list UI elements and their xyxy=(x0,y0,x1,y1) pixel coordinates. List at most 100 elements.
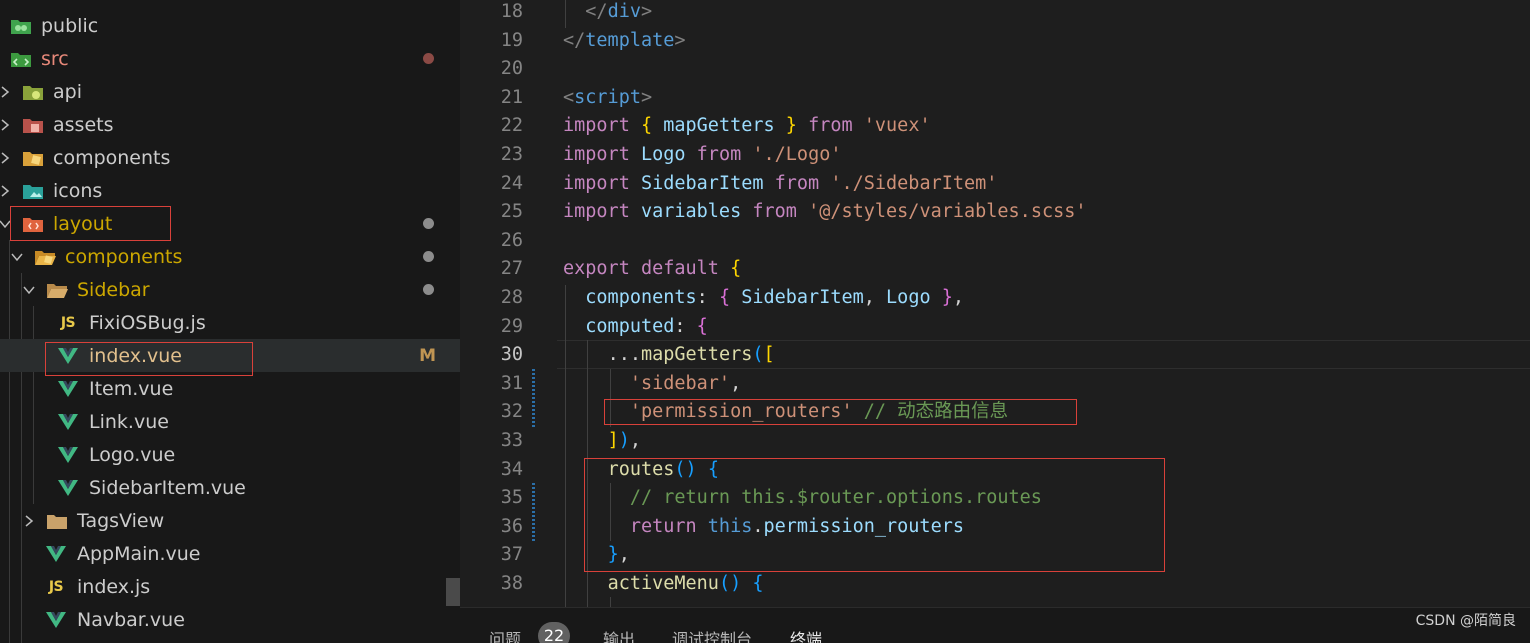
tree-item-label: icons xyxy=(53,179,103,202)
tree-item-index-vue[interactable]: index.vue M xyxy=(0,339,460,372)
code-line[interactable]: 19 </template> xyxy=(460,27,1530,56)
code-line[interactable]: 23 import Logo from './Logo' xyxy=(460,141,1530,170)
line-number: 38 xyxy=(500,573,523,594)
line-number: 27 xyxy=(500,258,523,280)
code-line[interactable]: 25 import variables from '@/styles/variab… xyxy=(460,198,1530,227)
tree-item-label: Link.vue xyxy=(89,410,169,433)
tree-item-item-vue[interactable]: Item.vue xyxy=(0,372,460,405)
tree-item-src[interactable]: src xyxy=(0,42,460,75)
code-line[interactable]: 26 xyxy=(460,227,1530,256)
code-text: import SidebarItem from './SidebarItem' xyxy=(563,172,998,194)
tree-item-label: components xyxy=(53,146,171,169)
tree-item-sidebaritem-vue[interactable]: SidebarItem.vue xyxy=(0,471,460,504)
vue-file-icon xyxy=(57,412,79,432)
tree-item-label: Sidebar xyxy=(77,278,150,301)
code-line[interactable]: 34 routes() { xyxy=(460,456,1530,485)
code-line[interactable]: 30 ...mapGetters([ xyxy=(460,341,1530,370)
code-line[interactable]: 18 </div> xyxy=(460,0,1530,27)
code-line[interactable]: 24 import SidebarItem from './SidebarItem… xyxy=(460,170,1530,199)
chevron-right-icon xyxy=(0,151,12,165)
folder-api-icon xyxy=(22,82,44,102)
code-line[interactable]: 22 import { mapGetters } from 'vuex' xyxy=(460,112,1530,141)
modified-dot xyxy=(423,284,434,295)
code-text: }, xyxy=(607,544,630,566)
tab-debug-console[interactable]: 调试控制台 xyxy=(672,626,752,643)
tree-item-label: index.vue xyxy=(89,344,182,367)
code-text: // return this.$router.options.routes xyxy=(629,487,1042,509)
tree-item-layout-components[interactable]: components xyxy=(0,240,460,273)
code-text: routes() { xyxy=(607,458,719,480)
tree-item-appmain-vue[interactable]: AppMain.vue xyxy=(0,537,460,570)
folder-open-icon xyxy=(46,280,68,300)
vue-file-icon xyxy=(45,544,67,564)
folder-public-icon xyxy=(10,16,32,36)
code-text: import { mapGetters } from 'vuex' xyxy=(563,115,931,137)
tree-item-label: Item.vue xyxy=(89,377,174,400)
line-number: 32 xyxy=(500,401,523,423)
code-line[interactable]: 32 'permission_routers' // 动态路由信息 xyxy=(460,398,1530,427)
code-line[interactable]: 33 ]), xyxy=(460,427,1530,456)
code-line[interactable]: 29 computed: { xyxy=(460,313,1530,342)
line-number: 29 xyxy=(500,315,523,337)
tree-item-label: TagsView xyxy=(77,509,165,532)
explorer-scrollbar[interactable] xyxy=(446,578,460,606)
code-line[interactable]: 28 components: { SidebarItem, Logo }, xyxy=(460,284,1530,313)
tree-item-api[interactable]: api xyxy=(0,75,460,108)
code-text: 'sidebar', xyxy=(629,372,742,394)
folder-assets-icon xyxy=(22,115,44,135)
tree-item-icons[interactable]: icons xyxy=(0,174,460,207)
code-line[interactable]: 31 'sidebar', xyxy=(460,370,1530,399)
modified-dot xyxy=(423,218,434,229)
code-line[interactable]: 20 xyxy=(460,55,1530,84)
tree-item-label: FixiOSBug.js xyxy=(89,311,206,334)
code-line[interactable]: 27 export default { xyxy=(460,255,1530,284)
modified-dot xyxy=(423,53,434,64)
code-line[interactable]: 35 // return this.$router.options.routes xyxy=(460,484,1530,513)
code-text: 'permission_routers' // 动态路由信息 xyxy=(629,401,1009,423)
code-text: ...mapGetters([ xyxy=(607,344,775,366)
tree-item-logo-vue[interactable]: Logo.vue xyxy=(0,438,460,471)
chevron-right-icon xyxy=(0,118,12,132)
tree-item-label: Navbar.vue xyxy=(77,608,185,631)
tree-item-link-vue[interactable]: Link.vue xyxy=(0,405,460,438)
line-number: 23 xyxy=(500,144,523,165)
tab-terminal[interactable]: 终端 xyxy=(790,626,822,643)
tree-item-index-js[interactable]: JS index.js xyxy=(0,570,460,603)
tree-item-layout[interactable]: layout xyxy=(0,207,460,240)
code-text: return this.permission_routers xyxy=(629,515,964,537)
line-number: 21 xyxy=(500,86,523,108)
code-text: import variables from '@/styles/variable… xyxy=(563,201,1087,223)
chevron-right-icon xyxy=(22,514,36,528)
code-text: import Logo from './Logo' xyxy=(563,144,842,165)
code-line[interactable]: 36 return this.permission_routers xyxy=(460,513,1530,542)
tree-item-fixiosbug[interactable]: JS FixiOSBug.js xyxy=(0,306,460,339)
code-line[interactable]: 37 }, xyxy=(460,541,1530,570)
tree-item-sidebar[interactable]: Sidebar xyxy=(0,273,460,306)
tree-item-tagsview[interactable]: TagsView xyxy=(0,504,460,537)
tree-item-assets[interactable]: assets xyxy=(0,108,460,141)
code-line[interactable]: 21 <script> xyxy=(460,84,1530,113)
code-line[interactable]: 38 activeMenu() { xyxy=(460,570,1530,599)
folder-images-icon xyxy=(22,181,44,201)
line-number: 28 xyxy=(500,287,523,308)
javascript-file-icon: JS xyxy=(48,578,64,595)
folder-components-open-icon xyxy=(34,247,56,267)
tree-item-public[interactable]: public xyxy=(0,9,460,42)
file-explorer: public src api assets components icons l… xyxy=(0,0,460,643)
code-editor[interactable]: 18 </div> 19 </template> 20 21 <script> 22 impo… xyxy=(460,0,1530,607)
line-number: 25 xyxy=(500,201,523,223)
tree-item-label: assets xyxy=(53,113,114,136)
line-number: 22 xyxy=(500,115,523,137)
vue-file-icon xyxy=(57,478,79,498)
javascript-file-icon: JS xyxy=(60,314,76,331)
code-text: export default { xyxy=(563,258,742,280)
code-text: activeMenu() { xyxy=(607,573,764,594)
tree-item-navbar-vue[interactable]: Navbar.vue xyxy=(0,603,460,636)
code-text: </div> xyxy=(585,1,653,22)
line-number: 31 xyxy=(500,372,523,394)
tab-output[interactable]: 输出 xyxy=(603,626,635,643)
tab-problems[interactable]: 问题 xyxy=(489,626,521,643)
tree-item-label: index.js xyxy=(77,575,151,598)
code-text: computed: { xyxy=(585,315,708,337)
tree-item-components[interactable]: components xyxy=(0,141,460,174)
